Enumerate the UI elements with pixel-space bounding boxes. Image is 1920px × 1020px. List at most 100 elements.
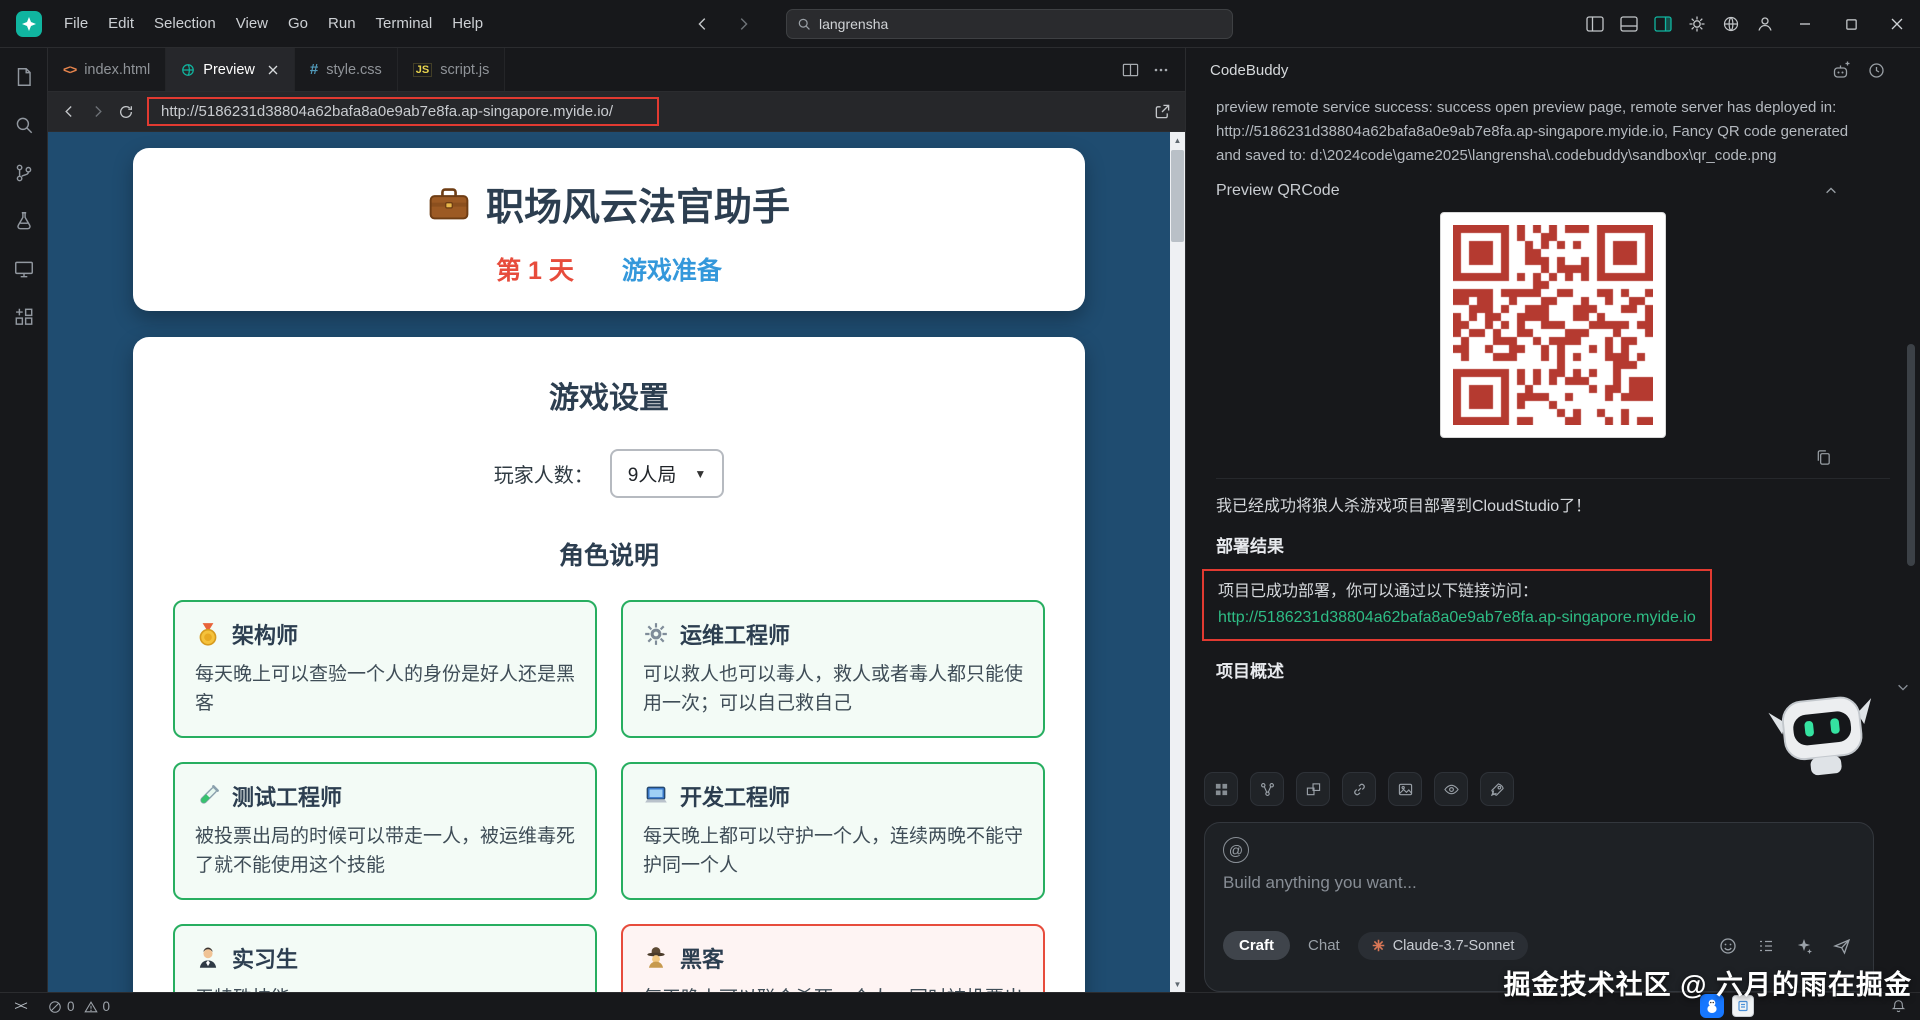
history-icon[interactable] (1867, 61, 1886, 80)
close-window-button[interactable] (1874, 0, 1920, 48)
editor-tab-bar: <> index.html Preview # style.css JS scr… (48, 48, 1185, 92)
panel-title: CodeBuddy (1210, 61, 1289, 79)
account-icon[interactable] (1748, 9, 1782, 39)
apps-grid-icon[interactable] (1204, 772, 1238, 806)
menu-terminal[interactable]: Terminal (366, 10, 443, 37)
eye-icon[interactable] (1434, 772, 1468, 806)
tab-style-css[interactable]: # style.css (294, 48, 398, 91)
preview-viewport: 职场风云法官助手 第 1 天 游戏准备 游戏设置 玩家人数： 9人局 ▼ 角色说… (48, 132, 1185, 992)
menu-go[interactable]: Go (278, 10, 318, 37)
sparkle-icon[interactable] (1795, 937, 1813, 955)
scroll-down-arrow-icon[interactable]: ▼ (1170, 976, 1185, 992)
toggle-left-sidebar-icon[interactable] (1578, 9, 1612, 39)
remote-explorer-icon[interactable] (2, 248, 46, 290)
components-icon[interactable] (1296, 772, 1330, 806)
refresh-icon[interactable] (118, 104, 134, 120)
split-editor-icon[interactable] (1122, 62, 1139, 78)
game-title-row: 职场风云法官助手 (133, 176, 1085, 231)
chat-messages: preview remote service success: success … (1186, 92, 1920, 764)
css-file-icon: # (309, 61, 319, 78)
preview-url[interactable]: http://5186231d38804a62bafa8a0e9ab7e8fa.… (161, 103, 645, 120)
minimize-button[interactable] (1782, 0, 1828, 48)
gear-icon (643, 621, 669, 647)
history-forward-icon[interactable] (728, 9, 758, 39)
role-card-tester: 测试工程师 被投票出局的时候可以带走一人，被运维毒死了就不能使用这个技能 (173, 762, 597, 900)
emoji-icon[interactable] (1719, 937, 1737, 955)
preview-back-icon[interactable] (62, 104, 77, 119)
menu-file[interactable]: File (54, 10, 98, 37)
source-control-icon[interactable] (2, 152, 46, 194)
briefcase-icon (428, 185, 470, 223)
claude-star-icon (1372, 939, 1385, 952)
tab-index-html[interactable]: <> index.html (48, 48, 167, 91)
deploy-text: 项目已成功部署，你可以通过以下链接访问： (1218, 583, 1539, 600)
codebuddy-panel: CodeBuddy preview remote service success… (1185, 48, 1920, 992)
send-icon[interactable] (1833, 937, 1851, 955)
deploy-success-message: 我已经成功将狼人杀游戏项目部署到CloudStudio了！ (1216, 498, 1592, 515)
chat-input[interactable] (1223, 873, 1855, 927)
role-card-architect: 架构师 每天晚上可以查验一个人的身份是好人还是黑客 (173, 600, 597, 738)
menu-selection[interactable]: Selection (144, 10, 226, 37)
new-chat-icon[interactable] (1832, 61, 1851, 80)
craft-mode-button[interactable]: Craft (1223, 931, 1291, 960)
open-external-icon[interactable] (1154, 103, 1171, 120)
url-highlight-annotation: http://5186231d38804a62bafa8a0e9ab7e8fa.… (147, 97, 659, 126)
collapse-chevron-up-icon[interactable] (1824, 184, 1838, 198)
settings-gear-icon[interactable] (1680, 9, 1714, 39)
hacker-icon (643, 945, 669, 971)
editor-area: <> index.html Preview # style.css JS scr… (48, 48, 1185, 992)
deploy-link[interactable]: http://5186231d38804a62bafa8a0e9ab7e8fa.… (1218, 605, 1696, 631)
warning-icon (83, 1000, 98, 1014)
preview-tab-icon (181, 63, 195, 77)
media-frame-icon[interactable] (1388, 772, 1422, 806)
scroll-to-bottom-icon[interactable] (1896, 680, 1910, 694)
phase-label: 游戏准备 (621, 257, 722, 285)
roles-grid: 架构师 每天晚上可以查验一个人的身份是好人还是黑客 运维工程师 可以救人也可以毒… (173, 600, 1045, 992)
chat-mode-button[interactable]: Chat (1308, 937, 1340, 954)
scroll-up-arrow-icon[interactable]: ▲ (1170, 132, 1185, 148)
watermark-text: 掘金技术社区 @ 六月的雨在掘金 (1503, 970, 1912, 1000)
maximize-button[interactable] (1828, 0, 1874, 48)
error-count: 0 (67, 999, 75, 1014)
test-flask-icon[interactable] (2, 200, 46, 242)
day-counter: 第 1 天 (496, 257, 574, 285)
player-count-select[interactable]: 9人局 ▼ (609, 449, 725, 498)
tab-preview[interactable]: Preview (166, 48, 295, 91)
menu-view[interactable]: View (226, 10, 278, 37)
chat-scrollbar-thumb[interactable] (1907, 344, 1915, 566)
menu-edit[interactable]: Edit (98, 10, 144, 37)
close-tab-icon[interactable] (267, 64, 279, 76)
model-selector[interactable]: Claude-3.7-Sonnet (1357, 931, 1529, 960)
more-actions-icon[interactable] (1153, 62, 1169, 78)
global-search-box[interactable] (786, 9, 1233, 39)
preview-scrollbar-thumb[interactable] (1171, 150, 1184, 242)
game-settings-card: 游戏设置 玩家人数： 9人局 ▼ 角色说明 架构师 每天晚上可以查验一个人的身份… (133, 337, 1085, 992)
mention-at-icon[interactable]: @ (1223, 837, 1249, 863)
search-sidebar-icon[interactable] (2, 104, 46, 146)
copy-icon[interactable] (1815, 448, 1832, 466)
roles-title: 角色说明 (558, 542, 659, 570)
remote-indicator[interactable]: >< (0, 993, 40, 1020)
explorer-icon[interactable] (2, 56, 46, 98)
history-back-icon[interactable] (688, 9, 718, 39)
toggle-right-sidebar-icon[interactable] (1646, 9, 1680, 39)
search-input[interactable] (819, 16, 1222, 32)
extensions-icon[interactable] (2, 296, 46, 338)
preview-browser-bar: http://5186231d38804a62bafa8a0e9ab7e8fa.… (48, 92, 1185, 132)
menu-help[interactable]: Help (442, 10, 493, 37)
rocket-icon[interactable] (1480, 772, 1514, 806)
preview-forward-icon[interactable] (90, 104, 105, 119)
globe-icon[interactable] (1714, 9, 1748, 39)
checklist-icon[interactable] (1757, 937, 1775, 955)
role-card-developer: 开发工程师 每天晚上都可以守护一个人，连续两晚不能守护同一个人 (621, 762, 1045, 900)
deploy-log: preview remote service success: success … (1216, 99, 1849, 164)
link-icon[interactable] (1342, 772, 1376, 806)
workflow-nodes-icon[interactable] (1250, 772, 1284, 806)
toggle-panel-icon[interactable] (1612, 9, 1646, 39)
chevron-down-icon: ▼ (694, 466, 707, 481)
tab-script-js[interactable]: JS script.js (397, 48, 506, 91)
warning-count: 0 (102, 999, 111, 1014)
menu-run[interactable]: Run (318, 10, 366, 37)
problems-indicator[interactable]: 0 0 (40, 999, 118, 1014)
preview-scrollbar[interactable]: ▲ ▼ (1170, 132, 1185, 992)
